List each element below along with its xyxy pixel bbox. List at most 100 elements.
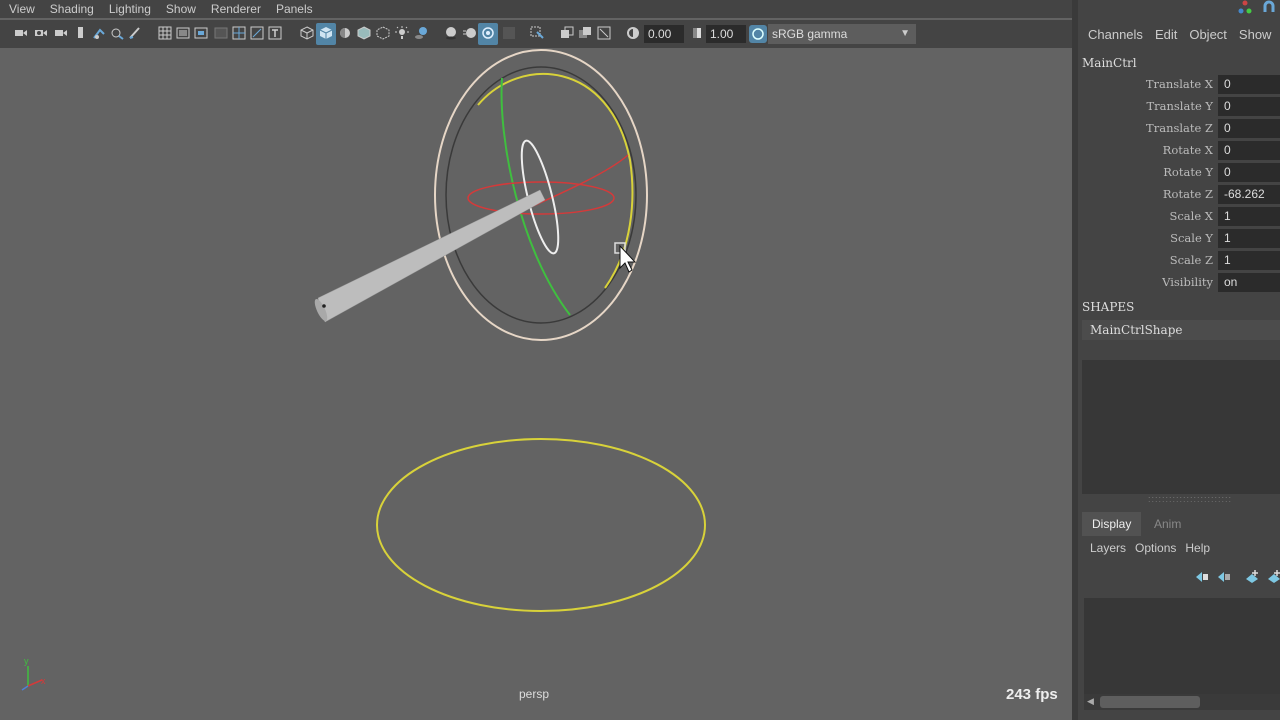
- attr-label[interactable]: Translate X: [1146, 77, 1213, 91]
- color-management-icon[interactable]: [749, 25, 767, 43]
- camera-icon[interactable]: [14, 26, 28, 40]
- use-all-lights-icon[interactable]: [376, 26, 390, 40]
- attr-label[interactable]: Scale Y: [1170, 231, 1213, 245]
- attr-value[interactable]: 0: [1218, 163, 1280, 182]
- object-name[interactable]: MainCtrl: [1082, 56, 1137, 70]
- attr-row-visibility[interactable]: Visibility on: [1078, 272, 1280, 292]
- attr-row-translate-y[interactable]: Translate Y 0: [1078, 96, 1280, 116]
- menu-object[interactable]: Object: [1189, 27, 1227, 42]
- grease-pencil-icon[interactable]: [128, 26, 142, 40]
- default-material-icon[interactable]: [338, 26, 352, 40]
- menu-panels[interactable]: Panels: [267, 2, 319, 16]
- attr-row-translate-z[interactable]: Translate Z 0: [1078, 118, 1280, 138]
- multisample-icon[interactable]: [578, 26, 592, 40]
- axis-gizmo: y x: [21, 656, 46, 691]
- attr-row-scale-z[interactable]: Scale Z 1: [1078, 250, 1280, 270]
- isolate-select-icon[interactable]: [481, 26, 495, 40]
- 3d-viewport[interactable]: View Shading Lighting Show Renderer Pane…: [0, 0, 1072, 720]
- select-camera-icon[interactable]: [530, 26, 544, 40]
- safe-title-icon[interactable]: [268, 26, 282, 40]
- exposure-icon[interactable]: [626, 26, 640, 40]
- attr-row-rotate-x[interactable]: Rotate X 0: [1078, 140, 1280, 160]
- attr-label[interactable]: Translate Y: [1146, 99, 1213, 113]
- pan-zoom-icon[interactable]: [110, 26, 124, 40]
- layer-editor-tabs: Display Anim: [1082, 512, 1280, 536]
- shape-name-row[interactable]: MainCtrlShape: [1082, 320, 1280, 340]
- bookmark-icon[interactable]: [74, 26, 88, 40]
- attr-value[interactable]: -68.262: [1218, 185, 1280, 204]
- layer-list[interactable]: [1084, 598, 1280, 694]
- film-gate-icon[interactable]: [176, 26, 190, 40]
- move-layer-up-icon[interactable]: [1194, 570, 1210, 584]
- new-layer-selected-icon[interactable]: [1266, 570, 1280, 584]
- attr-value[interactable]: on: [1218, 273, 1280, 292]
- scroll-left-icon[interactable]: ◀: [1087, 696, 1094, 707]
- attr-label[interactable]: Scale X: [1169, 209, 1213, 223]
- attr-row-scale-y[interactable]: Scale Y 1: [1078, 228, 1280, 248]
- smooth-shade-icon[interactable]: [319, 26, 333, 40]
- ambient-occlusion-icon[interactable]: [444, 26, 458, 40]
- shadows-icon[interactable]: [414, 26, 428, 40]
- menu-shading[interactable]: Shading: [41, 2, 100, 16]
- scrollbar-thumb[interactable]: [1100, 696, 1200, 708]
- horizontal-scrollbar[interactable]: ◀: [1084, 694, 1280, 710]
- pane-resize-handle[interactable]: ::::::::::::::::::::::::: [1148, 494, 1232, 504]
- exposure-field[interactable]: 0.00: [644, 25, 684, 43]
- gate-mask-icon[interactable]: [214, 26, 228, 40]
- motion-blur-icon[interactable]: [463, 26, 477, 40]
- channel-box-menubar: Channels Edit Object Show: [1088, 27, 1271, 42]
- tab-anim[interactable]: Anim: [1144, 512, 1191, 536]
- resolution-gate-icon[interactable]: [194, 26, 208, 40]
- menu-renderer[interactable]: Renderer: [202, 2, 267, 16]
- tab-display[interactable]: Display: [1082, 512, 1142, 536]
- attr-row-rotate-y[interactable]: Rotate Y 0: [1078, 162, 1280, 182]
- menu-layers[interactable]: Layers: [1090, 541, 1126, 555]
- gamma-icon[interactable]: [690, 26, 704, 40]
- ground-control-ellipse[interactable]: [376, 438, 706, 612]
- attr-row-translate-x[interactable]: Translate X 0: [1078, 74, 1280, 94]
- menu-lighting[interactable]: Lighting: [100, 2, 157, 16]
- menu-options[interactable]: Options: [1135, 541, 1176, 555]
- attr-label[interactable]: Scale Z: [1170, 253, 1213, 267]
- grid-icon[interactable]: [158, 26, 172, 40]
- wireframe-icon[interactable]: [300, 26, 314, 40]
- menu-help[interactable]: Help: [1185, 541, 1210, 555]
- camera-attributes-icon[interactable]: [34, 26, 48, 40]
- menu-show[interactable]: Show: [157, 2, 202, 16]
- textured-icon[interactable]: [357, 26, 371, 40]
- field-chart-icon[interactable]: [232, 26, 246, 40]
- magnet-icon[interactable]: [1262, 0, 1276, 14]
- lighting-icon[interactable]: [395, 26, 409, 40]
- menu-show[interactable]: Show: [1239, 27, 1272, 42]
- move-layer-down-icon[interactable]: [1216, 570, 1232, 584]
- safe-action-icon[interactable]: [250, 26, 264, 40]
- attr-label[interactable]: Rotate Z: [1163, 187, 1213, 201]
- attr-row-rotate-z[interactable]: Rotate Z -68.262: [1078, 184, 1280, 204]
- attr-row-scale-x[interactable]: Scale X 1: [1078, 206, 1280, 226]
- xray-icon[interactable]: [502, 26, 516, 40]
- new-layer-icon[interactable]: [1244, 570, 1260, 584]
- attr-value[interactable]: 0: [1218, 119, 1280, 138]
- attr-value[interactable]: 1: [1218, 207, 1280, 226]
- hud-icon[interactable]: [560, 26, 574, 40]
- attr-value[interactable]: 1: [1218, 251, 1280, 270]
- menu-edit[interactable]: Edit: [1155, 27, 1177, 42]
- gamma-field[interactable]: 1.00: [706, 25, 746, 43]
- attr-value[interactable]: 0: [1218, 97, 1280, 116]
- toggle-gate-icon[interactable]: [597, 26, 611, 40]
- cone-mesh[interactable]: [317, 189, 546, 323]
- attr-label[interactable]: Visibility: [1162, 275, 1213, 289]
- image-plane-icon[interactable]: [92, 26, 106, 40]
- menu-channels[interactable]: Channels: [1088, 27, 1143, 42]
- attr-label[interactable]: Rotate X: [1163, 143, 1213, 157]
- attr-label[interactable]: Translate Z: [1146, 121, 1213, 135]
- hierarchy-icon[interactable]: [1238, 0, 1252, 14]
- camera-lock-icon[interactable]: [54, 26, 68, 40]
- attr-label[interactable]: Rotate Y: [1163, 165, 1213, 179]
- color-space-dropdown[interactable]: sRGB gamma ▼: [768, 24, 916, 44]
- menu-view[interactable]: View: [0, 2, 41, 16]
- attr-value[interactable]: 0: [1218, 75, 1280, 94]
- attr-value[interactable]: 1: [1218, 229, 1280, 248]
- attr-value[interactable]: 0: [1218, 141, 1280, 160]
- scene-canvas[interactable]: [0, 48, 1072, 720]
